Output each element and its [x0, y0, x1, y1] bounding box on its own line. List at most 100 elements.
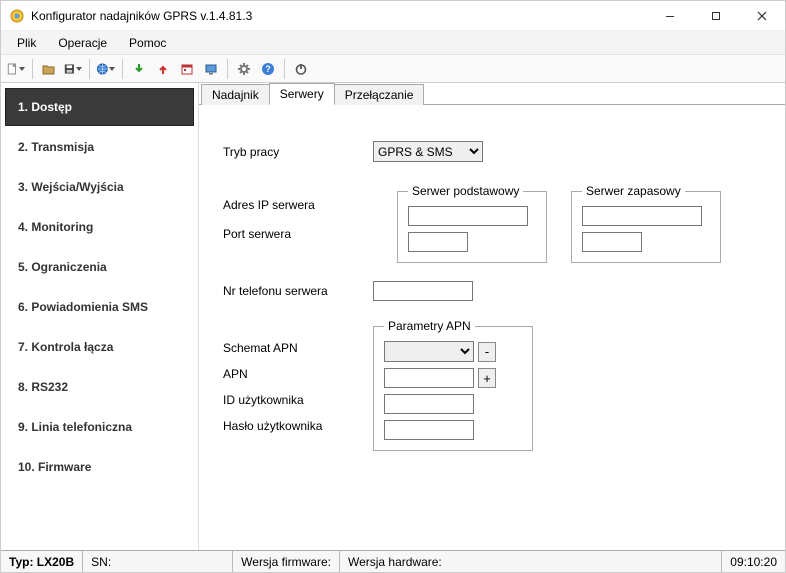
- menu-file[interactable]: Plik: [7, 34, 46, 52]
- sidebar-item-restrictions[interactable]: 5. Ograniczenia: [5, 248, 194, 286]
- status-clock-value: 09:10:20: [730, 555, 777, 569]
- backup-port-input[interactable]: [582, 232, 642, 252]
- status-type: Typ: LX20B: [1, 551, 83, 572]
- sidebar-item-label: 6. Powiadomienia SMS: [18, 300, 148, 314]
- sidebar-item-label: 1. Dostęp: [18, 100, 72, 114]
- sidebar-item-firmware[interactable]: 10. Firmware: [5, 448, 194, 486]
- help-button[interactable]: ?: [257, 58, 279, 80]
- status-type-label: Typ:: [9, 555, 33, 569]
- status-hardware: Wersja hardware:: [340, 551, 722, 572]
- status-firmware: Wersja firmware:: [233, 551, 340, 572]
- tab-switching[interactable]: Przełączanie: [334, 84, 425, 105]
- menu-operations[interactable]: Operacje: [48, 34, 117, 52]
- close-button[interactable]: [739, 1, 785, 31]
- plus-icon: +: [483, 372, 491, 385]
- apn-legend: Parametry APN: [384, 319, 475, 333]
- backup-server-legend: Serwer zapasowy: [582, 184, 685, 198]
- server-phone-input[interactable]: [373, 281, 473, 301]
- primary-ip-input[interactable]: [408, 206, 528, 226]
- sidebar-item-label: 3. Wejścia/Wyjścia: [18, 180, 124, 194]
- status-sn-label: SN:: [91, 555, 111, 569]
- server-phone-label: Nr telefonu serwera: [223, 284, 373, 298]
- mode-select[interactable]: GPRS & SMS: [373, 141, 483, 162]
- minimize-button[interactable]: [647, 1, 693, 31]
- sidebar-item-transmission[interactable]: 2. Transmisja: [5, 128, 194, 166]
- status-type-value: LX20B: [37, 555, 74, 569]
- sidebar: 1. Dostęp 2. Transmisja 3. Wejścia/Wyjśc…: [1, 83, 199, 550]
- svg-text:?: ?: [265, 64, 271, 74]
- minus-icon: -: [485, 345, 489, 358]
- backup-ip-input[interactable]: [582, 206, 702, 226]
- form-area: Tryb pracy GPRS & SMS Adres IP serwera P…: [199, 105, 785, 550]
- primary-port-input[interactable]: [408, 232, 468, 252]
- status-hw-label: Wersja hardware:: [348, 555, 442, 569]
- sidebar-item-label: 4. Monitoring: [18, 220, 93, 234]
- dropdown-caret-icon: [109, 67, 116, 71]
- title-bar: Konfigurator nadajników GPRS v.1.4.81.3: [1, 1, 785, 31]
- apn-scheme-add-button[interactable]: +: [478, 368, 496, 388]
- tab-label: Nadajnik: [212, 88, 259, 102]
- open-folder-button[interactable]: [38, 58, 60, 80]
- status-bar: Typ: LX20B SN: Wersja firmware: Wersja h…: [1, 550, 785, 572]
- primary-server-legend: Serwer podstawowy: [408, 184, 523, 198]
- apn-scheme-select[interactable]: [384, 341, 474, 362]
- apn-label: APN: [223, 367, 373, 393]
- power-button[interactable]: [290, 58, 312, 80]
- menu-bar: Plik Operacje Pomoc: [1, 31, 785, 55]
- apn-user-input[interactable]: [384, 394, 474, 414]
- sidebar-item-monitoring[interactable]: 4. Monitoring: [5, 208, 194, 246]
- main-area: 1. Dostęp 2. Transmisja 3. Wejścia/Wyjśc…: [1, 83, 785, 550]
- calendar-clock-button[interactable]: [176, 58, 198, 80]
- status-sn: SN:: [83, 551, 233, 572]
- sidebar-item-io[interactable]: 3. Wejścia/Wyjścia: [5, 168, 194, 206]
- monitor-button[interactable]: [200, 58, 222, 80]
- app-icon: [9, 8, 25, 24]
- globe-button[interactable]: [95, 58, 117, 80]
- sidebar-item-link-control[interactable]: 7. Kontrola łącza: [5, 328, 194, 366]
- tab-transmitter[interactable]: Nadajnik: [201, 84, 270, 105]
- server-ip-label: Adres IP serwera: [223, 198, 373, 212]
- sidebar-item-access[interactable]: 1. Dostęp: [5, 88, 194, 126]
- sidebar-item-label: 5. Ograniczenia: [18, 260, 107, 274]
- sidebar-item-label: 9. Linia telefoniczna: [18, 420, 132, 434]
- menu-help[interactable]: Pomoc: [119, 34, 176, 52]
- apn-scheme-remove-button[interactable]: -: [478, 342, 496, 362]
- toolbar-separator: [32, 59, 33, 79]
- sidebar-item-label: 8. RS232: [18, 380, 68, 394]
- save-button[interactable]: [62, 58, 84, 80]
- apn-group: Parametry APN - +: [373, 319, 533, 451]
- backup-server-group: Serwer zapasowy: [571, 184, 721, 263]
- toolbar-separator: [122, 59, 123, 79]
- tab-servers[interactable]: Serwery: [269, 83, 335, 105]
- new-file-button[interactable]: [5, 58, 27, 80]
- toolbar-separator: [284, 59, 285, 79]
- sidebar-item-label: 7. Kontrola łącza: [18, 340, 113, 354]
- tab-label: Przełączanie: [345, 88, 414, 102]
- content-panel: Nadajnik Serwery Przełączanie Tryb pracy…: [199, 83, 785, 550]
- sidebar-item-rs232[interactable]: 8. RS232: [5, 368, 194, 406]
- dropdown-caret-icon: [76, 67, 83, 71]
- sidebar-item-label: 10. Firmware: [18, 460, 91, 474]
- status-fw-label: Wersja firmware:: [241, 555, 331, 569]
- dropdown-caret-icon: [19, 67, 26, 71]
- primary-server-group: Serwer podstawowy: [397, 184, 547, 263]
- settings-button[interactable]: [233, 58, 255, 80]
- apn-pass-label: Hasło użytkownika: [223, 419, 373, 445]
- tab-label: Serwery: [280, 87, 324, 101]
- apn-user-label: ID użytkownika: [223, 393, 373, 419]
- toolbar: ?: [1, 55, 785, 83]
- download-button[interactable]: [128, 58, 150, 80]
- apn-scheme-label: Schemat APN: [223, 341, 373, 367]
- upload-button[interactable]: [152, 58, 174, 80]
- window-title: Konfigurator nadajników GPRS v.1.4.81.3: [31, 9, 252, 23]
- tab-bar: Nadajnik Serwery Przełączanie: [199, 83, 785, 105]
- server-port-label: Port serwera: [223, 227, 373, 241]
- apn-input[interactable]: [384, 368, 474, 388]
- apn-pass-input[interactable]: [384, 420, 474, 440]
- toolbar-separator: [89, 59, 90, 79]
- maximize-button[interactable]: [693, 1, 739, 31]
- sidebar-item-phone-line[interactable]: 9. Linia telefoniczna: [5, 408, 194, 446]
- sidebar-item-sms-notify[interactable]: 6. Powiadomienia SMS: [5, 288, 194, 326]
- toolbar-separator: [227, 59, 228, 79]
- mode-label: Tryb pracy: [223, 145, 373, 159]
